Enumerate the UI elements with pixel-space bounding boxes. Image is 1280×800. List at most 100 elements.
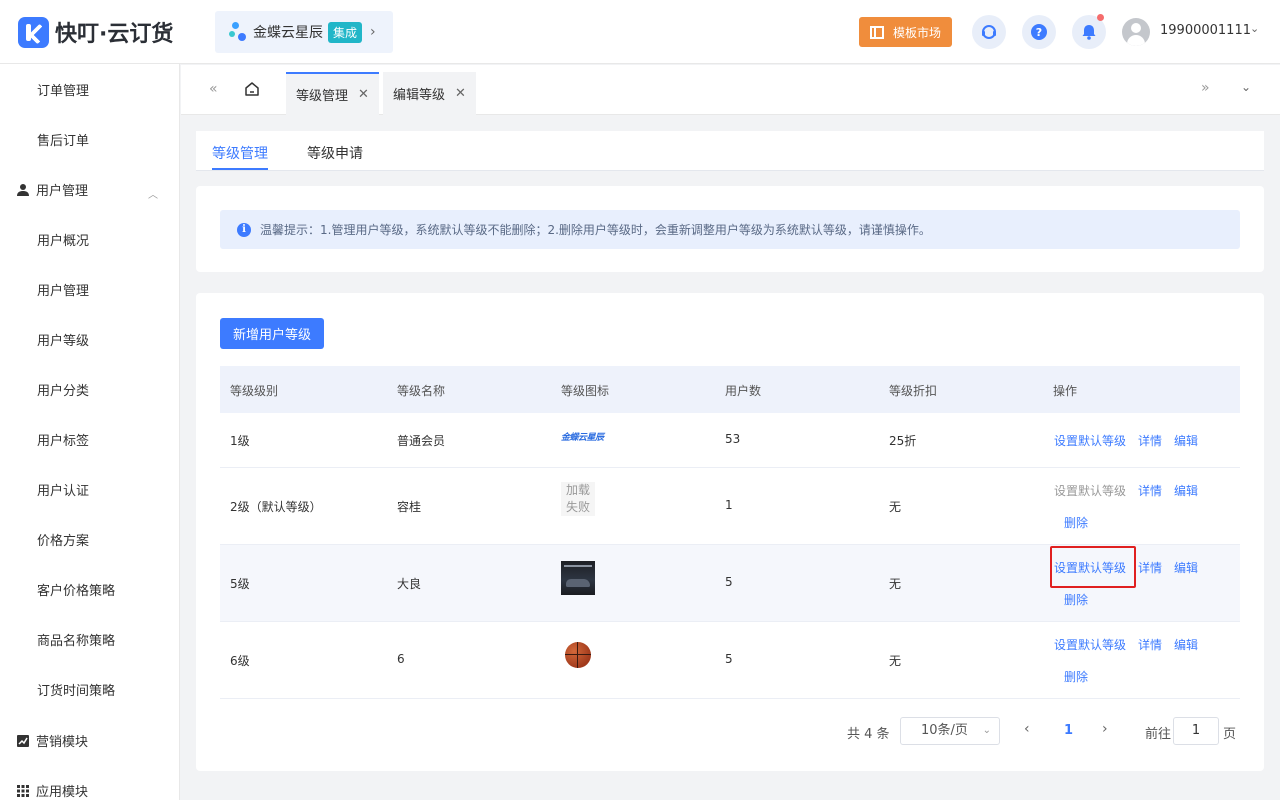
app-name: 快叮·云订货 <box>55 22 174 47</box>
users-cell: 5 <box>725 575 733 589</box>
users-cell: 5 <box>725 652 733 666</box>
users-cell: 1 <box>725 498 733 512</box>
subtabs: 等级管理 等级申请 <box>196 131 1264 171</box>
home-icon[interactable] <box>243 80 261 98</box>
goto-page-input[interactable]: 1 <box>1173 717 1219 745</box>
sidebar-item-orders[interactable]: 订单管理 <box>37 80 89 99</box>
notification-dot <box>1097 14 1104 21</box>
details-link[interactable]: 详情 <box>1138 559 1162 576</box>
sidebar-item-after-sales[interactable]: 售后订单 <box>37 130 89 149</box>
username[interactable]: 19900001111 <box>1160 23 1251 38</box>
users-cell: 53 <box>725 432 741 446</box>
brand-badge: 集成 <box>328 21 363 43</box>
name-cell: 大良 <box>397 577 422 591</box>
active-tab-indicator <box>212 168 268 170</box>
level-cell: 5级 <box>230 577 250 591</box>
close-icon[interactable]: ✕ <box>358 87 369 102</box>
double-chevron-right-icon[interactable]: » <box>1201 80 1210 96</box>
page-suffix: 页 <box>1223 727 1237 742</box>
pagination-total: 共 4 条 <box>847 727 890 742</box>
chevron-up-icon[interactable]: ︿ <box>148 186 158 201</box>
sidebar-group-users[interactable]: 用户管理 <box>16 180 88 199</box>
discount-cell: 无 <box>889 577 902 591</box>
help-icon: ? <box>1031 24 1047 40</box>
page-size-select[interactable]: 10条/页 ⌄ <box>900 717 1000 745</box>
notice-banner: i 温馨提示：1.管理用户等级，系统默认等级不能删除；2.删除用户等级时，会重新… <box>220 210 1240 249</box>
help-button[interactable]: ? <box>1022 15 1056 49</box>
set-default-link[interactable]: 设置默认等级 <box>1054 636 1126 653</box>
chevron-right-icon: › <box>370 24 376 40</box>
tab-label: 等级管理 <box>296 89 349 104</box>
delete-link[interactable]: 删除 <box>1064 668 1088 685</box>
edit-link[interactable]: 编辑 <box>1174 432 1198 449</box>
sidebar-item-user-management[interactable]: 用户管理 <box>37 280 89 299</box>
sidebar-item-user-level[interactable]: 用户等级 <box>37 330 89 349</box>
level-cell: 6级 <box>230 654 250 668</box>
tab-edit-level[interactable]: 编辑等级 ✕ <box>383 72 476 115</box>
sidebar-group-apps[interactable]: 应用模块 <box>16 781 88 800</box>
details-link[interactable]: 详情 <box>1138 636 1162 653</box>
basketball-image-icon <box>565 642 591 668</box>
customer-service-button[interactable] <box>972 15 1006 49</box>
edit-link[interactable]: 编辑 <box>1174 482 1198 499</box>
name-cell: 普通会员 <box>397 434 446 448</box>
column-header: 等级折扣 <box>889 384 938 398</box>
brand-name: 金蝶云星辰 <box>253 25 323 41</box>
discount-cell: 25折 <box>889 434 917 448</box>
sidebar-group-label: 应用模块 <box>36 785 89 800</box>
info-icon: i <box>237 222 251 237</box>
headset-icon <box>982 25 996 39</box>
template-icon <box>869 25 884 39</box>
level-cell: 1级 <box>230 434 250 448</box>
goto-label: 前往 <box>1145 727 1172 742</box>
sidebar-item-customer-price[interactable]: 客户价格策略 <box>37 580 115 599</box>
column-header: 等级图标 <box>561 384 610 398</box>
name-cell: 6 <box>397 652 405 666</box>
next-page-icon[interactable]: › <box>1102 721 1108 737</box>
set-default-link: 设置默认等级 <box>1054 484 1127 498</box>
brand-switcher[interactable]: 金蝶云星辰 集成 › <box>215 11 393 53</box>
notification-button[interactable] <box>1072 14 1106 49</box>
prev-page-icon[interactable]: ‹ <box>1024 721 1030 737</box>
chevron-down-icon[interactable]: ⌄ <box>1250 22 1259 35</box>
add-level-button[interactable]: 新增用户等级 <box>220 318 324 349</box>
tab-level-management[interactable]: 等级管理 ✕ <box>286 72 379 115</box>
column-header: 操作 <box>1053 384 1078 398</box>
car-image-icon <box>561 561 595 595</box>
subtab-level-application[interactable]: 等级申请 <box>307 143 363 163</box>
subtab-level-management[interactable]: 等级管理 <box>212 143 268 163</box>
set-default-link[interactable]: 设置默认等级 <box>1054 432 1126 449</box>
sidebar-item-user-auth[interactable]: 用户认证 <box>37 480 89 499</box>
notice-card: i 温馨提示：1.管理用户等级，系统默认等级不能删除；2.删除用户等级时，会重新… <box>196 186 1264 272</box>
table-header: 等级级别 等级名称 等级图标 用户数 等级折扣 操作 <box>220 366 1240 413</box>
column-header: 用户数 <box>725 384 762 398</box>
close-icon[interactable]: ✕ <box>455 86 466 101</box>
chevron-down-icon[interactable]: ⌄ <box>1241 80 1251 94</box>
delete-link[interactable]: 删除 <box>1064 514 1088 531</box>
table-row: 6级 6 5 无 设置默认等级 详情 编辑 删除 <box>220 622 1240 699</box>
highlight-box <box>1050 546 1136 588</box>
template-market-button[interactable]: 模板市场 <box>859 17 952 47</box>
sidebar-item-order-time[interactable]: 订货时间策略 <box>37 680 115 699</box>
double-chevron-left-icon[interactable]: « <box>209 81 218 97</box>
kingdee-logo-icon <box>229 21 251 43</box>
avatar[interactable] <box>1122 18 1150 46</box>
image-load-failed: 加载失败 <box>561 482 595 516</box>
sidebar-item-user-overview[interactable]: 用户概况 <box>37 230 89 249</box>
column-header: 等级级别 <box>230 384 279 398</box>
current-page[interactable]: 1 <box>1064 723 1073 738</box>
sidebar-item-user-category[interactable]: 用户分类 <box>37 380 89 399</box>
details-link[interactable]: 详情 <box>1138 432 1162 449</box>
sidebar-item-price-plan[interactable]: 价格方案 <box>37 530 89 549</box>
sidebar-group-label: 用户管理 <box>36 184 89 199</box>
sidebar-group-marketing[interactable]: 营销模块 <box>16 731 88 750</box>
edit-link[interactable]: 编辑 <box>1174 559 1198 576</box>
edit-link[interactable]: 编辑 <box>1174 636 1198 653</box>
app-logo[interactable]: 快叮·云订货 <box>18 16 173 48</box>
sidebar-item-product-name[interactable]: 商品名称策略 <box>37 630 115 649</box>
sidebar: 订单管理 售后订单 用户管理 ︿ 用户概况 用户管理 用户等级 用户分类 用户标… <box>0 64 180 800</box>
page-size-value: 10条/页 <box>921 723 968 738</box>
delete-link[interactable]: 删除 <box>1064 591 1088 608</box>
details-link[interactable]: 详情 <box>1138 482 1162 499</box>
sidebar-item-user-tags[interactable]: 用户标签 <box>37 430 89 449</box>
